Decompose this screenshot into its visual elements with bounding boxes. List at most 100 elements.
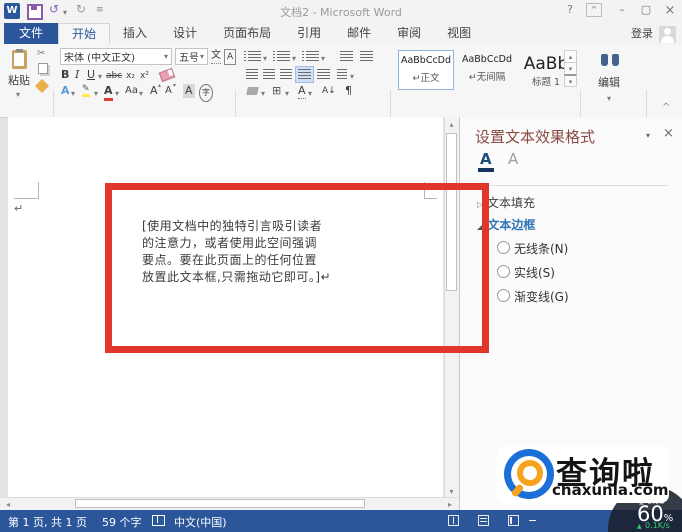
change-case-button[interactable]: Aa [125, 84, 138, 98]
close-icon[interactable]: × [660, 3, 680, 18]
bold-button[interactable]: B [61, 68, 69, 82]
italic-button[interactable]: I [75, 68, 79, 82]
zoom-level[interactable]: 60% [637, 502, 673, 526]
align-right-icon[interactable] [280, 69, 292, 80]
tab-insert[interactable]: 插入 [110, 23, 160, 44]
web-layout-icon[interactable] [508, 515, 519, 526]
show-marks-icon[interactable]: ¶ [345, 84, 352, 98]
font-size-combo[interactable]: 五号 ▾ [175, 48, 208, 65]
borders-dropdown-icon[interactable]: ▾ [285, 89, 289, 98]
numbered-list-dropdown-icon[interactable]: ▾ [292, 54, 296, 63]
format-painter-icon[interactable] [34, 78, 50, 94]
tab-file[interactable]: 文件 [4, 23, 59, 44]
line-spacing-icon[interactable] [337, 69, 347, 80]
style-no-spacing[interactable]: AaBbCcDd ↵无间隔 [459, 50, 515, 90]
radio-solid-line[interactable] [497, 265, 510, 278]
tab-home[interactable]: 开始 [58, 23, 111, 44]
ribbon-display-options-icon[interactable]: ^ [586, 3, 602, 17]
pane-close-icon[interactable]: × [663, 126, 674, 141]
justify-button-selected[interactable] [295, 66, 314, 83]
sort-icon[interactable]: A↓ [322, 84, 336, 98]
line-spacing-dropdown-icon[interactable]: ▾ [350, 72, 354, 81]
style-normal[interactable]: AaBbCcDd ↵正文 [398, 50, 454, 90]
pane-menu-icon[interactable]: ▾ [646, 131, 650, 140]
print-layout-icon[interactable] [478, 515, 489, 526]
paste-button[interactable] [12, 49, 27, 69]
page-indicator[interactable]: 第 1 页, 共 1 页 [8, 514, 87, 530]
find-binoculars-icon[interactable] [601, 54, 619, 66]
language-indicator[interactable]: 中文(中国) [174, 514, 227, 530]
radio-gradient-line-label[interactable]: 渐变线(G) [514, 288, 569, 305]
copy-icon[interactable] [38, 63, 48, 74]
grow-font-button[interactable]: A [150, 84, 158, 98]
editing-dropdown-icon[interactable]: ▾ [607, 94, 611, 103]
underline-button[interactable]: U [87, 68, 95, 82]
strikethrough-button[interactable]: abc [106, 69, 122, 83]
enclose-characters-button[interactable]: 字 [199, 84, 213, 102]
cut-icon[interactable]: ✂ [37, 48, 45, 59]
align-left-icon[interactable] [246, 69, 258, 80]
text-effects-dropdown-icon[interactable]: ▾ [71, 89, 75, 98]
tab-mailings[interactable]: 邮件 [334, 23, 384, 44]
scroll-left-icon[interactable]: ◂ [2, 500, 14, 509]
highlight-dropdown-icon[interactable]: ▾ [94, 89, 98, 98]
underline-dropdown-icon[interactable]: ▾ [98, 72, 102, 81]
multilevel-list-icon[interactable] [302, 51, 319, 62]
borders-icon[interactable]: ⊞ [272, 84, 281, 98]
text-effects-button[interactable]: A [61, 84, 70, 98]
radio-no-line[interactable] [497, 241, 510, 254]
align-center-icon[interactable] [263, 69, 275, 80]
phonetic-guide-icon[interactable]: 文 [211, 49, 221, 64]
character-shading-button[interactable]: A [183, 84, 195, 98]
clear-formatting-icon[interactable] [158, 67, 176, 83]
scroll-down-icon[interactable]: ▾ [444, 487, 459, 496]
increase-indent-icon[interactable] [360, 51, 373, 62]
change-case-dropdown-icon[interactable]: ▾ [139, 89, 143, 98]
tab-page-layout[interactable]: 页面布局 [210, 23, 284, 44]
shading-bucket-icon[interactable] [246, 87, 259, 95]
text-effects-tab[interactable]: A [508, 150, 518, 168]
character-border-icon[interactable]: A [224, 49, 237, 65]
proofing-icon[interactable] [152, 515, 165, 526]
numbered-list-icon[interactable] [273, 51, 290, 62]
zoom-out-icon[interactable]: − [528, 514, 537, 527]
sign-in-link[interactable]: 登录 [631, 23, 653, 44]
account-avatar[interactable] [659, 26, 676, 43]
paste-label[interactable]: 粘贴 [8, 74, 30, 88]
read-mode-icon[interactable] [448, 515, 459, 526]
tab-view[interactable]: 视图 [434, 23, 484, 44]
collapse-ribbon-icon[interactable]: ^ [662, 102, 670, 113]
bullet-list-dropdown-icon[interactable]: ▾ [263, 54, 267, 63]
asian-layout-dropdown-icon[interactable]: ▾ [308, 89, 312, 98]
font-size-dropdown-icon[interactable]: ▾ [200, 52, 204, 61]
text-fill-outline-tab[interactable]: A [478, 150, 494, 172]
tab-references[interactable]: 引用 [284, 23, 334, 44]
superscript-button[interactable]: x² [140, 69, 149, 83]
multilevel-list-dropdown-icon[interactable]: ▾ [321, 54, 325, 63]
scroll-right-icon[interactable]: ▸ [444, 500, 456, 509]
minimize-icon[interactable]: – [612, 3, 632, 16]
radio-gradient-line[interactable] [497, 289, 510, 302]
paste-dropdown-icon[interactable]: ▾ [16, 90, 20, 99]
decrease-indent-icon[interactable] [340, 51, 353, 62]
font-color-button[interactable]: A [104, 84, 113, 101]
asian-layout-icon[interactable]: A [298, 84, 306, 99]
subscript-button[interactable]: x₂ [126, 69, 135, 83]
scroll-up-icon[interactable]: ▴ [444, 120, 459, 129]
word-count[interactable]: 59 个字 [102, 514, 142, 530]
tab-design[interactable]: 设计 [160, 23, 210, 44]
radio-solid-line-label[interactable]: 实线(S) [514, 264, 555, 281]
help-icon[interactable]: ? [560, 3, 580, 16]
maximize-icon[interactable]: ▢ [636, 3, 656, 16]
font-color-dropdown-icon[interactable]: ▾ [115, 89, 119, 98]
tab-review[interactable]: 审阅 [384, 23, 434, 44]
highlight-button[interactable]: ✎ [82, 84, 90, 97]
distribute-icon[interactable] [317, 69, 330, 80]
font-name-dropdown-icon[interactable]: ▾ [164, 52, 168, 61]
editing-group-button[interactable]: 编辑 [598, 76, 620, 90]
font-name-combo[interactable]: 宋体 (中文正文) ▾ [60, 48, 172, 65]
bullet-list-icon[interactable] [244, 51, 261, 62]
shading-dropdown-icon[interactable]: ▾ [261, 89, 265, 98]
shrink-font-button[interactable]: A [165, 84, 172, 98]
radio-no-line-label[interactable]: 无线条(N) [514, 240, 568, 257]
